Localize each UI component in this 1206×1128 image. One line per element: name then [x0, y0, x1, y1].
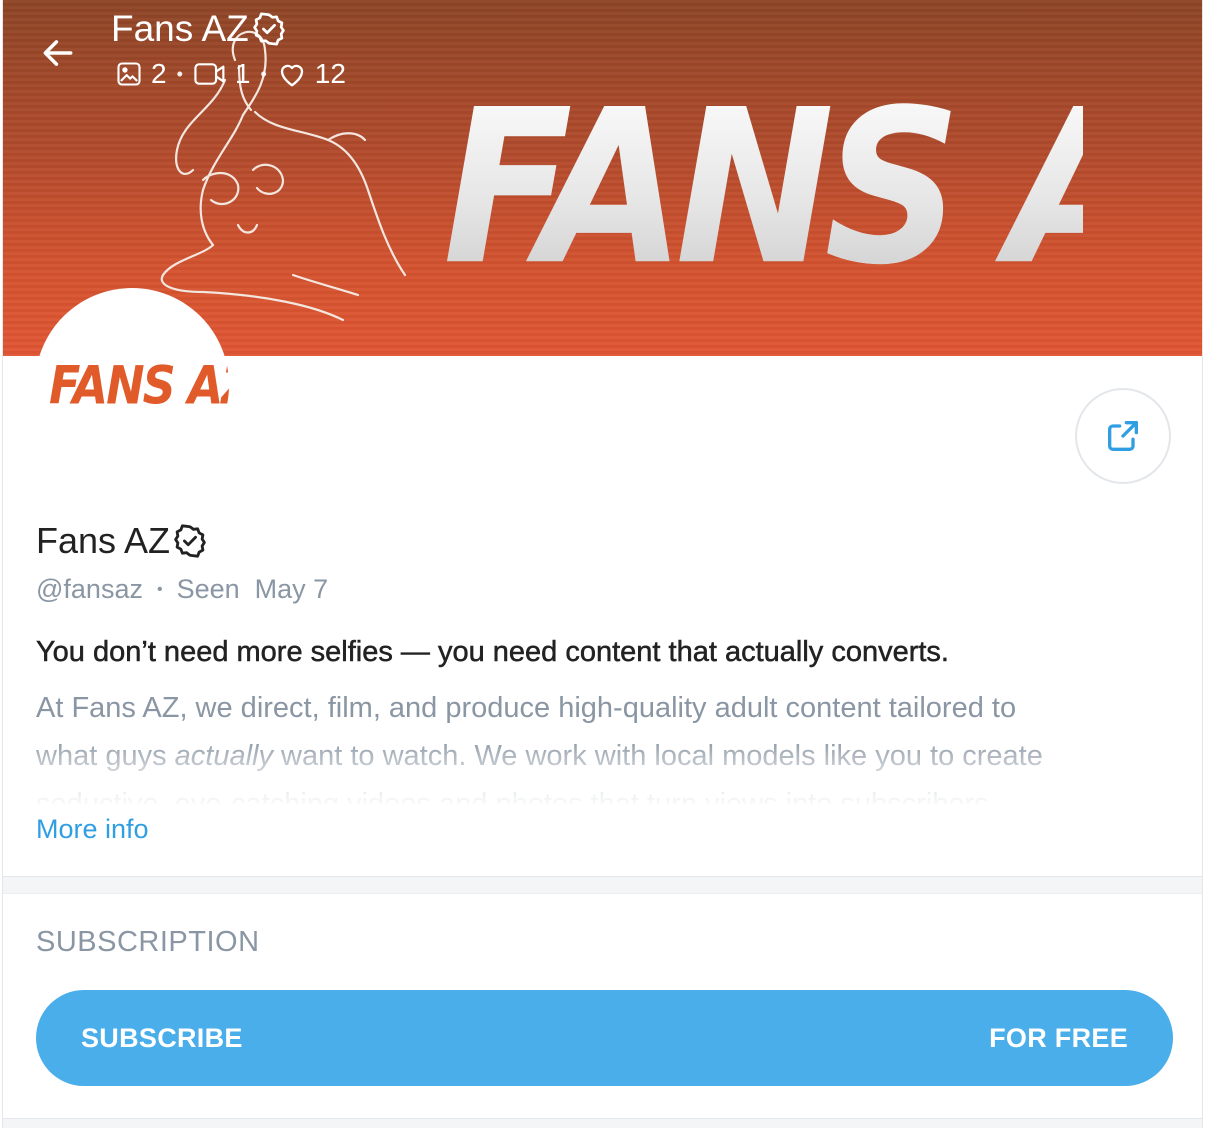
arrow-left-icon	[43, 40, 73, 66]
meta-separator: •	[156, 580, 163, 598]
seen-label: Seen	[176, 574, 240, 604]
profile-name-group: Fans AZ	[36, 520, 208, 562]
stat-separator: •	[176, 63, 183, 84]
photos-stat[interactable]: 2	[115, 58, 167, 90]
subscribe-button[interactable]: SUBSCRIBE FOR FREE	[36, 990, 1173, 1086]
bio-line: seductive, eye-catching videos and photo…	[36, 788, 997, 804]
verified-badge-icon	[253, 12, 285, 46]
bio-line2-end: want to watch. We work with local models…	[272, 740, 1043, 772]
video-icon	[194, 63, 225, 85]
profile-handle: @fansaz	[36, 574, 143, 604]
bio-emphasis: actually	[174, 740, 273, 772]
image-icon	[117, 62, 141, 86]
section-divider	[3, 876, 1202, 894]
videos-count: 1	[234, 58, 251, 89]
avatar-logo-text: FANS AZ	[49, 353, 229, 417]
last-seen: Seen May 7	[177, 574, 329, 605]
bio-headline: You don’t need more selfies — you need c…	[36, 636, 950, 669]
subscribe-label: SUBSCRIBE	[81, 1022, 243, 1053]
subscription-heading: SUBSCRIPTION	[36, 926, 260, 958]
back-button[interactable]	[33, 28, 83, 78]
likes-stat[interactable]: 12	[277, 58, 346, 90]
photos-count: 2	[151, 58, 167, 89]
likes-count: 12	[314, 58, 346, 89]
header-stats: 2 • 1 • 12	[115, 58, 346, 90]
section-divider	[3, 1118, 1202, 1128]
verified-badge-icon	[174, 524, 206, 558]
more-info-link[interactable]: More info	[36, 814, 149, 845]
bio-line: what guys actually want to watch. We wor…	[36, 732, 1176, 780]
profile-meta: @fansaz • Seen May 7	[36, 574, 328, 605]
header-title: Fans AZ	[111, 8, 249, 49]
bio-line: At Fans AZ, we direct, film, and produce…	[36, 692, 1017, 724]
bio-text: At Fans AZ, we direct, film, and produce…	[36, 684, 1176, 804]
profile-name: Fans AZ	[36, 520, 171, 561]
heart-icon	[280, 64, 303, 87]
stat-separator: •	[260, 63, 267, 84]
bio-line2-start: what guys	[36, 740, 175, 772]
profile-page: FANS AZ Fans AZ	[2, 0, 1203, 1128]
top-bar: Fans AZ 2 • 1 • 12	[3, 0, 1202, 110]
avatar[interactable]: FANS AZ	[35, 288, 229, 482]
header-title-group: Fans AZ	[111, 8, 287, 50]
subscribe-price: FOR FREE	[989, 1022, 1128, 1053]
videos-stat[interactable]: 1	[193, 58, 251, 90]
seen-date: May 7	[254, 574, 329, 604]
share-button[interactable]	[1075, 388, 1171, 484]
share-icon	[1108, 421, 1138, 451]
